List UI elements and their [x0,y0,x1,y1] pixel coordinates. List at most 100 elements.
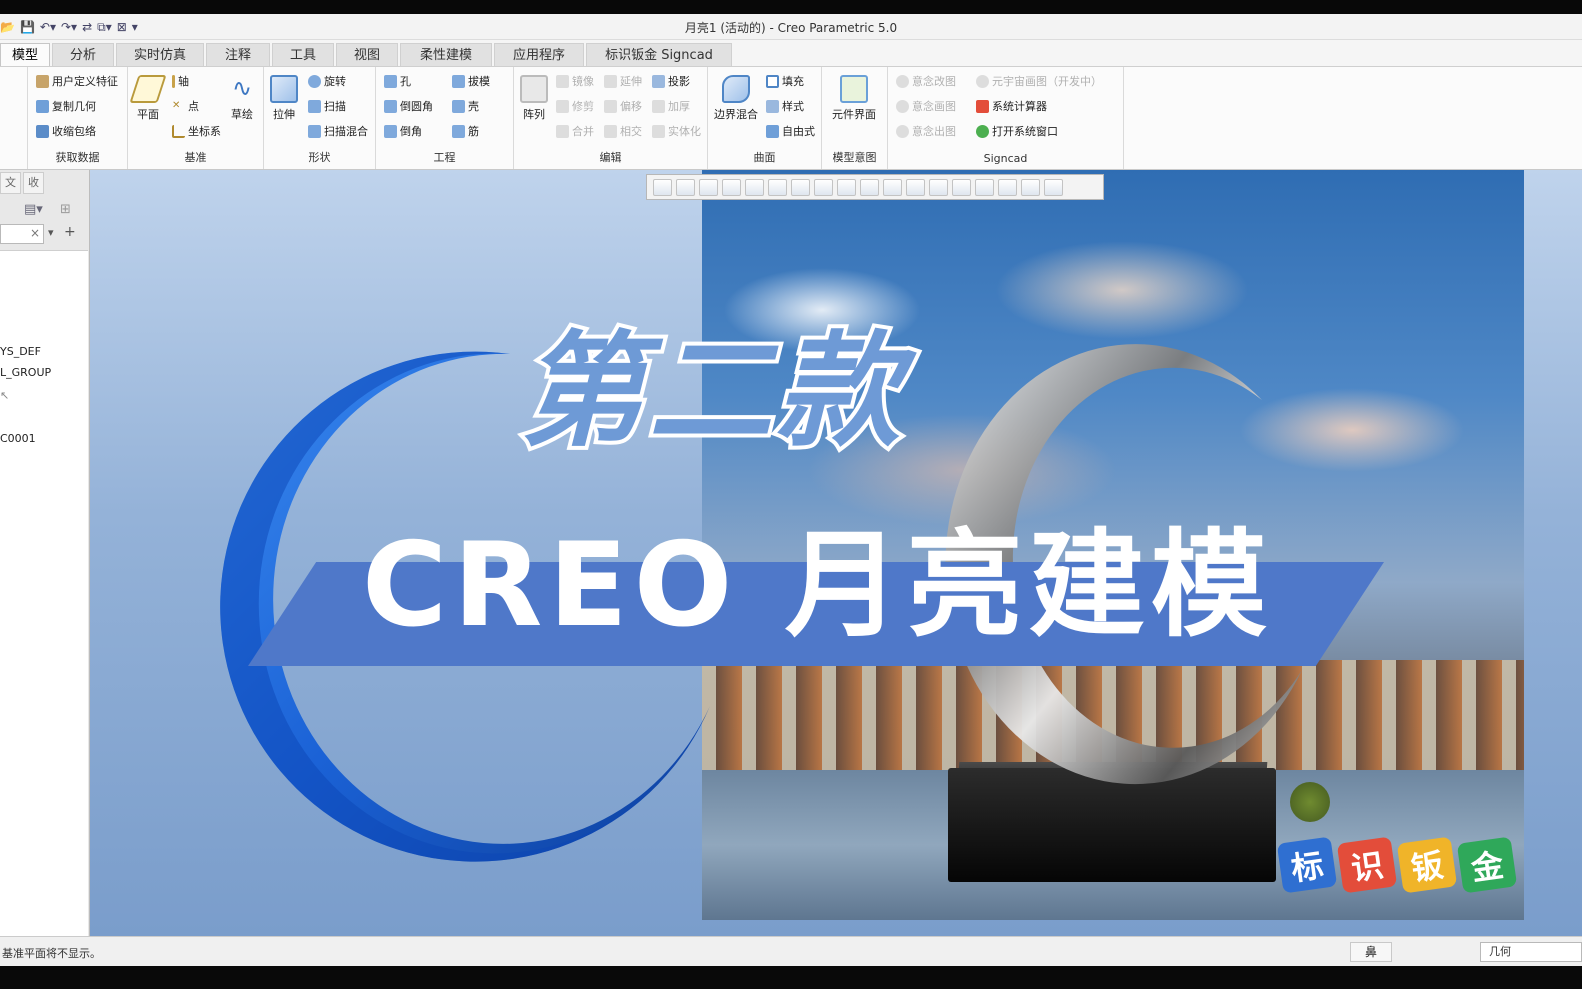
user-defined-feature-button[interactable]: 用户定义特征 [36,73,118,89]
system-calculator-button[interactable]: 系统计算器 [976,98,1047,114]
point-display-icon[interactable] [952,178,971,196]
round-button[interactable]: 倒圆角 [384,98,433,114]
mirror-button[interactable]: 镜像 [556,73,594,89]
engineering-group-label[interactable]: 工程 [376,149,513,165]
metaverse-draw-button[interactable]: 元宇宙画图（开发中） [976,73,1102,89]
tree-item-marker: ↖ [0,389,10,402]
perspective-icon[interactable] [814,178,833,196]
style-button[interactable]: 样式 [766,98,804,114]
tab-realtime-simulation[interactable]: 实时仿真 [116,43,204,66]
extend-icon [604,74,617,88]
tab-flexible-modeling[interactable]: 柔性建模 [400,43,492,66]
graphics-window[interactable]: 第二款 CREO 月亮建模 标 识 钣 金 [90,170,1582,936]
fill-button[interactable]: 填充 [766,73,804,89]
axis-button[interactable]: 轴 [172,73,189,89]
tab-view[interactable]: 视图 [336,43,398,66]
csys-icon [172,124,185,138]
freestyle-button[interactable]: 自由式 [766,123,815,139]
shell-button[interactable]: 壳 [452,98,479,114]
annotation-display-icon[interactable] [998,178,1017,196]
view-manager-icon[interactable] [791,178,810,196]
pattern-button[interactable]: 阵列 [520,75,548,122]
idea-draw-button[interactable]: 意念画图 [896,98,956,114]
search-dropdown-icon[interactable]: ▾ [48,226,54,239]
datum-group-label[interactable]: 基准 [128,149,263,165]
tab-annotate[interactable]: 注释 [206,43,270,66]
selection-filter-select[interactable]: 几何 [1480,942,1582,962]
tree-item-feature[interactable]: C0001 [0,432,36,445]
extend-button[interactable]: 延伸 [604,73,642,89]
swept-blend-button[interactable]: 扫描混合 [308,123,368,139]
thicken-button[interactable]: 加厚 [652,98,690,114]
copy-geometry-button[interactable]: 复制几何 [36,98,96,114]
repaint-icon[interactable] [722,178,741,196]
offset-button[interactable]: 偏移 [604,98,642,114]
intersect-button[interactable]: 相交 [604,123,642,139]
animation-icon[interactable] [1044,178,1063,196]
datum-display-icon[interactable] [883,178,902,196]
tab-applications[interactable]: 应用程序 [494,43,584,66]
sketch-button[interactable]: ∿ 草绘 [228,75,256,122]
tab-signcad[interactable]: 标识钣金 Signcad [586,43,732,66]
axis-display-icon[interactable] [929,178,948,196]
draft-button[interactable]: 拔模 [452,73,490,89]
open-system-window-button[interactable]: 打开系统窗口 [976,123,1058,139]
badge-biao: 标 [1276,836,1338,894]
chamfer-button[interactable]: 倒角 [384,123,422,139]
copy-geometry-icon [36,99,49,113]
merge-button[interactable]: 合并 [556,123,594,139]
get-data-group-label[interactable]: 获取数据 [28,149,127,165]
show-icon[interactable]: ⊞ [60,202,71,217]
csys-display-icon[interactable] [975,178,994,196]
solidify-button[interactable]: 实体化 [652,123,701,139]
draft-icon [452,74,465,88]
idea-output-button[interactable]: 意念出图 [896,123,956,139]
model-tree-panel: 文 收 ▤▾ ⊞ × ▾ + YS_DEF L_GROUP ↖ C0001 [0,170,90,936]
project-icon [652,74,665,88]
hole-button[interactable]: 孔 [384,73,411,89]
title-bar: 📂 💾 ↶▾ ↷▾ ⇄ ⧉▾ ⊠ ▾ 月亮1 (活动的) - Creo Para… [0,14,1582,40]
revolve-button[interactable]: 旋转 [308,73,346,89]
project-button[interactable]: 投影 [652,73,690,89]
extrude-button[interactable]: 拉伸 [270,75,298,122]
shapes-group-label[interactable]: 形状 [264,149,375,165]
rib-button[interactable]: 筋 [452,123,479,139]
tab-favorites[interactable]: 收 [23,172,44,194]
sweep-button[interactable]: 扫描 [308,98,346,114]
saved-orientations-icon[interactable] [768,178,787,196]
clear-search-icon[interactable]: × [30,226,40,240]
tree-search-input[interactable]: × [0,224,44,244]
tab-tools[interactable]: 工具 [272,43,334,66]
zoom-in-icon[interactable] [676,178,695,196]
plane-button[interactable]: 平面 [129,75,167,122]
trim-button[interactable]: 修剪 [556,98,594,114]
editing-group-label[interactable]: 编辑 [514,149,707,165]
section-icon[interactable] [837,178,856,196]
coordinate-system-button[interactable]: 坐标系 [172,123,221,139]
component-interface-button[interactable]: 元件界面 [832,75,876,122]
tab-model[interactable]: 模型 [0,43,50,67]
display-style-icon[interactable] [745,178,764,196]
model-intent-group-label[interactable]: 模型意图 [822,149,887,165]
settings-icon[interactable]: ▤▾ [24,202,43,217]
model-tree: YS_DEF L_GROUP ↖ C0001 [0,250,88,936]
surfaces-group-label[interactable]: 曲面 [708,149,821,165]
refit-icon[interactable] [653,178,672,196]
style-icon [766,99,779,113]
plane-display-icon[interactable] [906,178,925,196]
spin-center-icon[interactable] [1021,178,1040,196]
zoom-out-icon[interactable] [699,178,718,196]
selection-mode-button[interactable]: 鼻 [1350,942,1392,962]
mirror-icon [556,74,569,88]
appearance-icon[interactable] [860,178,879,196]
idea-draw-icon [896,99,909,113]
tree-item-csys[interactable]: YS_DEF [0,345,41,358]
add-icon[interactable]: + [64,224,76,240]
tab-analysis[interactable]: 分析 [52,43,114,66]
boundary-blend-button[interactable]: 边界混合 [714,75,758,122]
idea-modify-button[interactable]: 意念改图 [896,73,956,89]
shrinkwrap-button[interactable]: 收缩包络 [36,123,96,139]
point-button[interactable]: ✕ 点 [172,98,199,114]
tab-model-tree[interactable]: 文 [0,172,21,194]
tree-item-group[interactable]: L_GROUP [0,366,51,379]
